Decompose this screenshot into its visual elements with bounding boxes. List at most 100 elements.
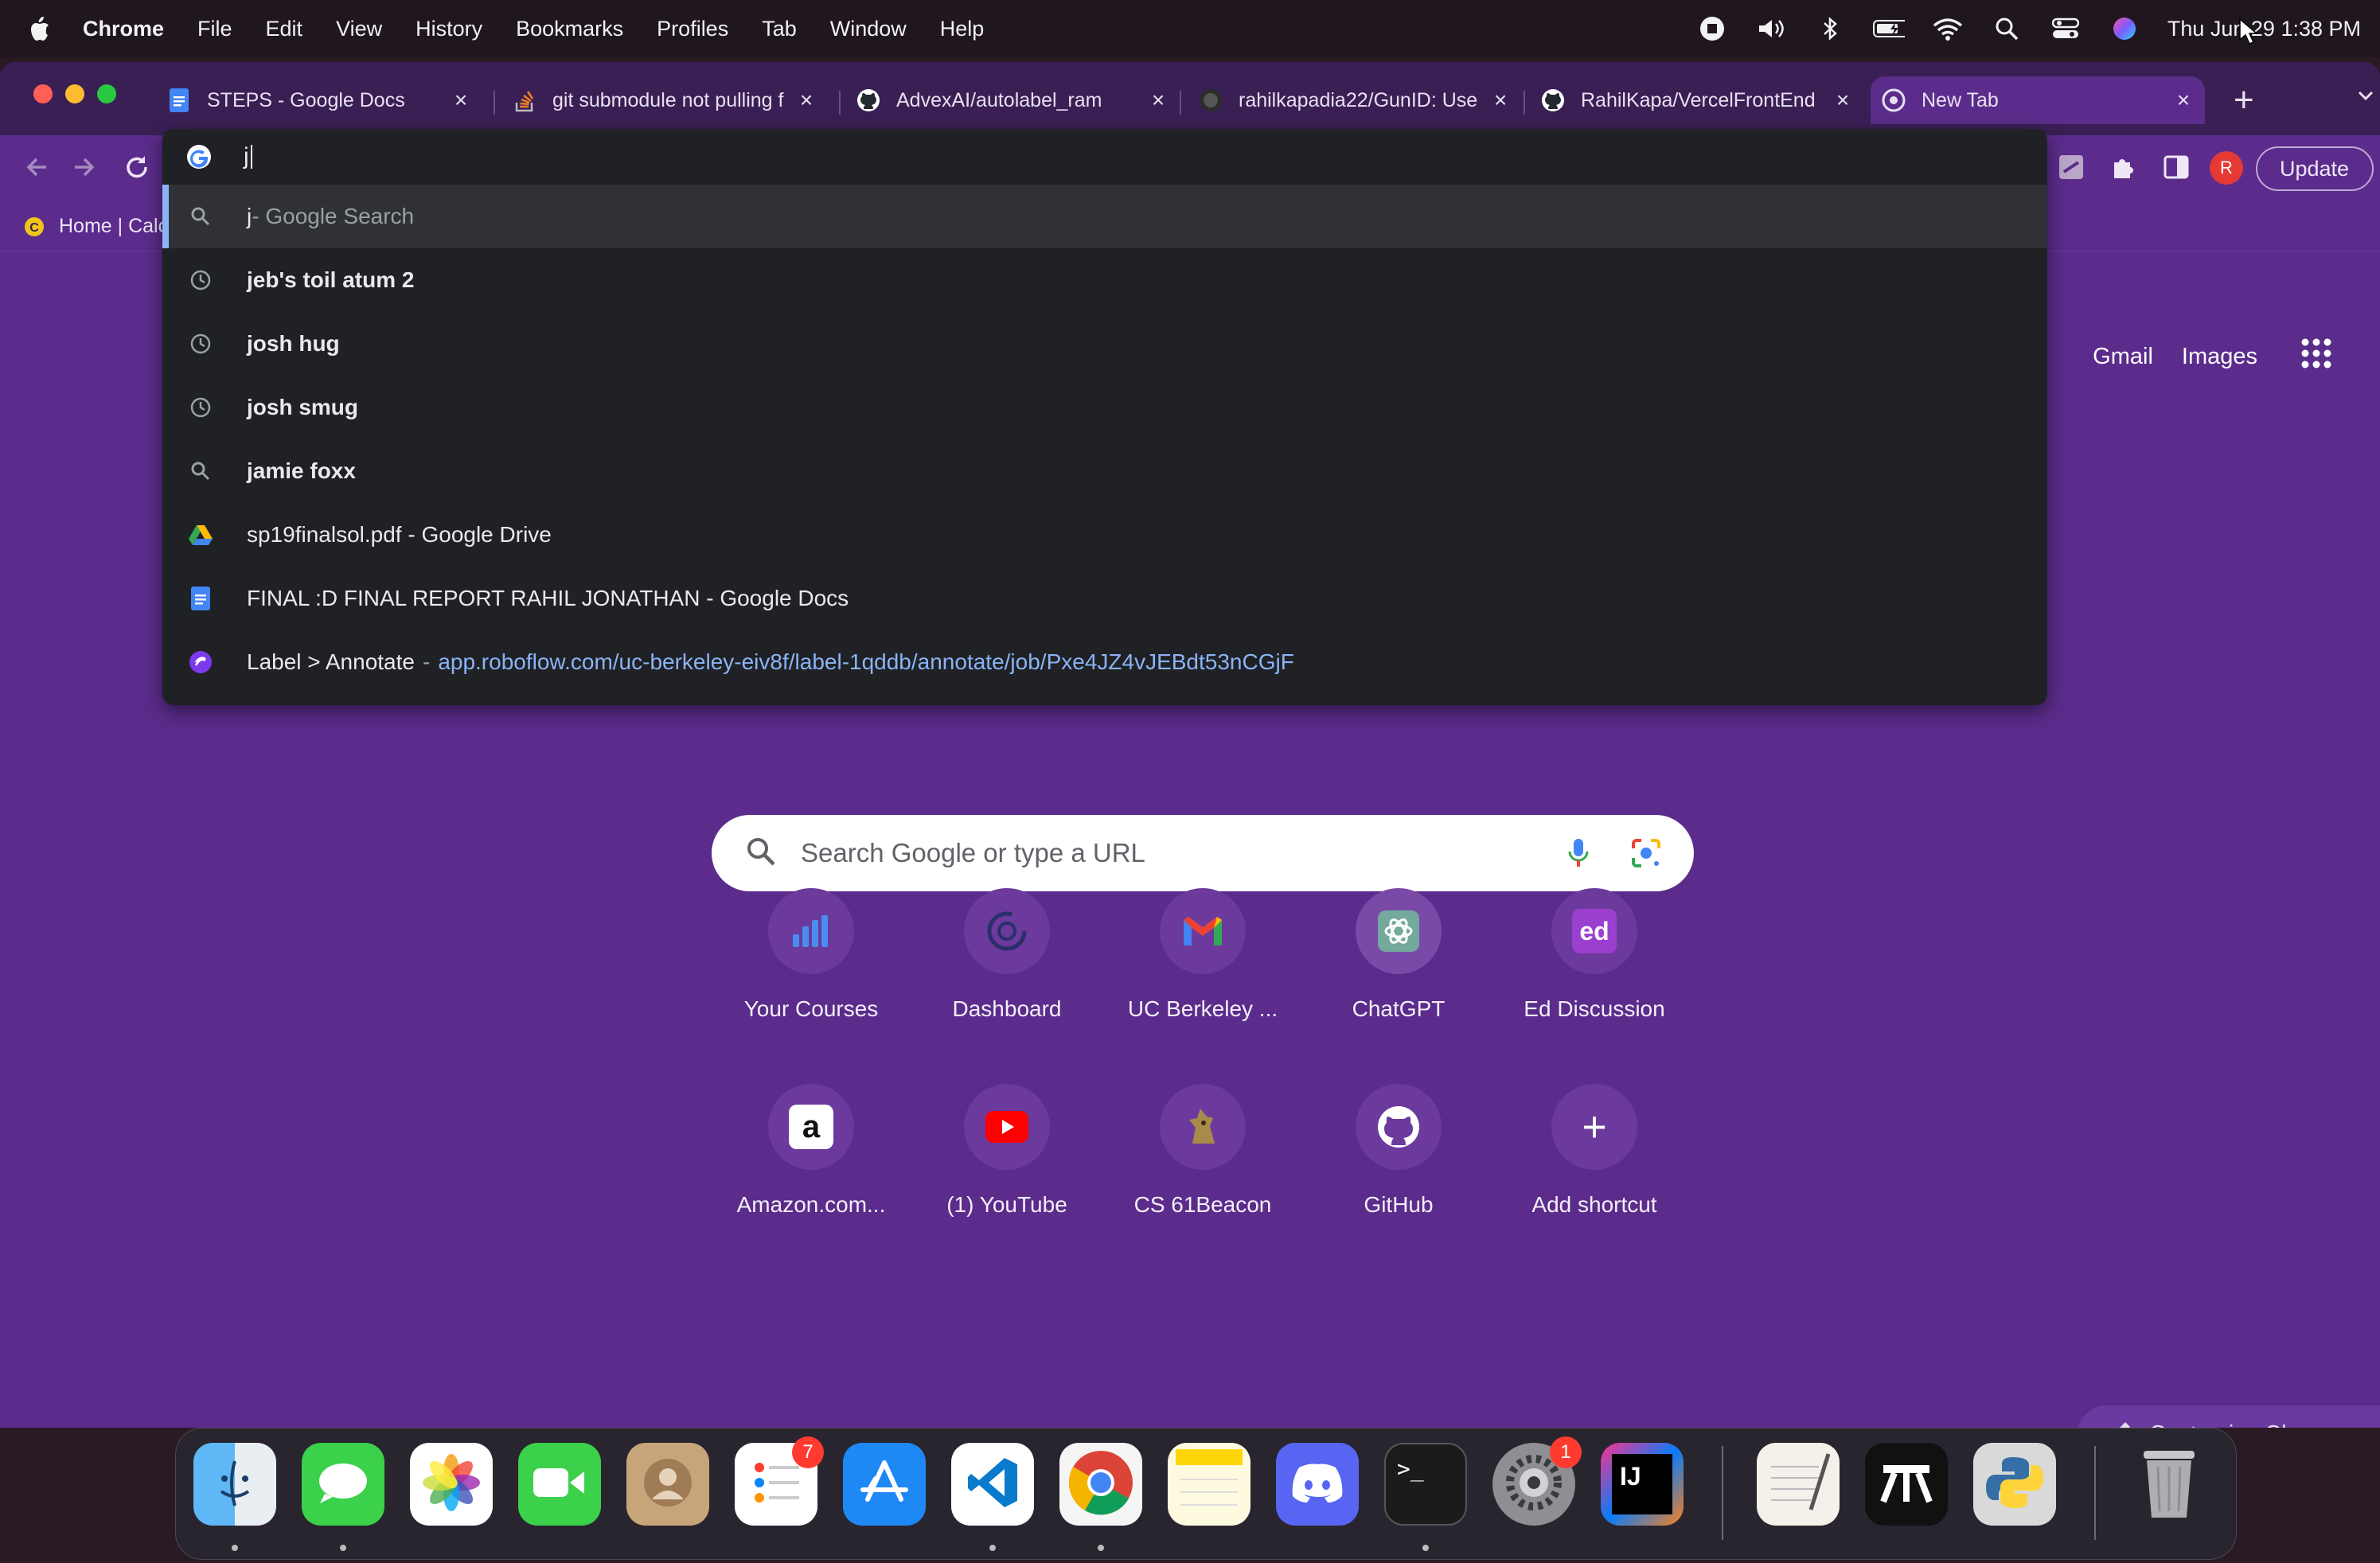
tab-steps-google-docs[interactable]: STEPS - Google Docs × xyxy=(156,76,482,124)
shortcut-dashboard[interactable]: Dashboard xyxy=(919,888,1094,1022)
side-panel-icon[interactable] xyxy=(2162,153,2191,185)
volume-icon[interactable] xyxy=(1755,13,1787,45)
menubar-clock[interactable]: Thu Jun 29 1:38 PM xyxy=(2167,17,2361,41)
tab-search-chevron-down-icon[interactable] xyxy=(2356,86,2375,109)
dock-facetime[interactable] xyxy=(518,1443,601,1526)
dock-python-launcher[interactable] xyxy=(1973,1443,2056,1526)
close-tab-icon[interactable]: × xyxy=(2173,88,2194,112)
close-window-button[interactable] xyxy=(33,84,53,103)
dock-intellij[interactable]: IJ xyxy=(1601,1443,1684,1526)
dock-vscode[interactable] xyxy=(951,1443,1034,1526)
google-lens-icon[interactable] xyxy=(1630,837,1662,873)
customize-chrome-button[interactable]: Customize Chrome xyxy=(2078,1405,2380,1428)
menu-edit[interactable]: Edit xyxy=(266,17,303,41)
suggestion-url-roboflow[interactable]: Label > Annotate - app.roboflow.com/uc-b… xyxy=(162,630,2047,694)
menu-view[interactable]: View xyxy=(336,17,382,41)
reload-icon[interactable] xyxy=(123,153,151,185)
dock-trash[interactable] xyxy=(2128,1443,2210,1526)
update-button[interactable]: Update xyxy=(2256,146,2374,191)
apple-menu-icon[interactable] xyxy=(27,15,59,42)
dock-final-cut[interactable] xyxy=(1865,1443,1948,1526)
suggestion-history[interactable]: jeb's toil atum 2 xyxy=(162,248,2047,312)
tab-gunid[interactable]: rahilkapadia22/GunID: Use × xyxy=(1188,76,1522,124)
tab-separator xyxy=(494,91,495,115)
menu-history[interactable]: History xyxy=(416,17,482,41)
close-tab-icon[interactable]: × xyxy=(796,88,817,112)
menu-profiles[interactable]: Profiles xyxy=(657,17,728,41)
menu-bookmarks[interactable]: Bookmarks xyxy=(516,17,623,41)
dock-discord[interactable] xyxy=(1276,1443,1359,1526)
google-apps-grid-icon[interactable] xyxy=(2300,337,2332,376)
dock-messages[interactable] xyxy=(302,1443,384,1526)
dock-chrome[interactable] xyxy=(1059,1443,1142,1526)
omnibox-input[interactable]: j xyxy=(162,129,2047,185)
menu-tab[interactable]: Tab xyxy=(762,17,797,41)
close-tab-icon[interactable]: × xyxy=(1490,88,1511,112)
dock-app-store[interactable] xyxy=(843,1443,926,1526)
minimize-window-button[interactable] xyxy=(65,84,84,103)
menu-help[interactable]: Help xyxy=(940,17,985,41)
suggestion-google-docs[interactable]: FINAL :D FINAL REPORT RAHIL JONATHAN - G… xyxy=(162,567,2047,630)
suggestion-google-drive[interactable]: sp19finalsol.pdf - Google Drive xyxy=(162,503,2047,567)
tab-title: AdvexAI/autolabel_ram xyxy=(896,88,1102,111)
dock-textedit[interactable] xyxy=(1757,1443,1840,1526)
suggestion-search[interactable]: jamie foxx xyxy=(162,439,2047,503)
shortcut-label: CS 61Beacon xyxy=(1133,1192,1272,1217)
shortcut-chatgpt[interactable]: ChatGPT xyxy=(1311,888,1486,1022)
dock-system-settings[interactable]: 1 xyxy=(1492,1436,1582,1526)
close-tab-icon[interactable]: × xyxy=(1148,88,1169,112)
suggestion-history[interactable]: josh hug xyxy=(162,312,2047,376)
menu-file[interactable]: File xyxy=(197,17,232,41)
extensions-puzzle-icon[interactable] xyxy=(2109,153,2138,185)
profile-avatar[interactable]: R xyxy=(2210,151,2243,185)
shortcut-uc-berkeley[interactable]: UC Berkeley ... xyxy=(1115,888,1290,1022)
dock-finder[interactable] xyxy=(193,1443,276,1526)
suggestion-google-search[interactable]: j - Google Search xyxy=(162,185,2047,248)
dock-notes[interactable] xyxy=(1168,1443,1250,1526)
shortcut-github[interactable]: GitHub xyxy=(1311,1084,1486,1218)
bar-chart-icon xyxy=(768,888,854,974)
omnibox-dropdown[interactable]: j j - Google Search jeb's toil atum 2 jo… xyxy=(162,129,2047,705)
back-arrow-icon[interactable] xyxy=(22,153,51,185)
screen-record-icon[interactable] xyxy=(1696,13,1728,45)
shortcut-amazon[interactable]: a Amazon.com... xyxy=(724,1084,899,1218)
dock-photos[interactable] xyxy=(410,1443,493,1526)
clapper-icon xyxy=(1879,1459,1934,1510)
ntp-search-box[interactable]: Search Google or type a URL xyxy=(712,815,1694,891)
images-link[interactable]: Images xyxy=(2182,344,2257,370)
close-tab-icon[interactable]: × xyxy=(451,88,471,112)
google-docs-icon xyxy=(188,586,213,611)
menu-window[interactable]: Window xyxy=(830,17,907,41)
top-links: Gmail Images xyxy=(2093,337,2332,376)
suggestion-text: FINAL :D FINAL REPORT RAHIL JONATHAN - G… xyxy=(247,586,849,610)
dock-contacts[interactable] xyxy=(626,1443,709,1526)
zoom-window-button[interactable] xyxy=(97,84,116,103)
wifi-icon[interactable] xyxy=(1932,13,1964,45)
tab-new-tab[interactable]: New Tab × xyxy=(1871,76,2205,124)
dock-reminders[interactable]: 7 xyxy=(735,1436,824,1526)
tab-advexai-autolabel[interactable]: AdvexAI/autolabel_ram × xyxy=(845,76,1180,124)
dock-terminal[interactable]: >_ xyxy=(1384,1443,1467,1526)
shortcut-ed-discussion[interactable]: ed Ed Discussion xyxy=(1507,888,1682,1022)
siri-icon[interactable] xyxy=(2109,13,2140,45)
mouse-cursor-icon xyxy=(2238,18,2259,50)
close-tab-icon[interactable]: × xyxy=(1832,88,1853,112)
shortcut-youtube[interactable]: (1) YouTube xyxy=(919,1084,1094,1218)
bluetooth-icon[interactable] xyxy=(1814,13,1846,45)
forward-arrow-icon[interactable] xyxy=(70,153,99,185)
add-shortcut-button[interactable]: + Add shortcut xyxy=(1507,1084,1682,1218)
extension-icon[interactable] xyxy=(2057,153,2085,185)
control-center-icon[interactable] xyxy=(2050,13,2082,45)
menu-app-name[interactable]: Chrome xyxy=(83,17,164,41)
new-tab-plus-icon[interactable]: + xyxy=(2234,83,2254,118)
tab-git-submodule[interactable]: git submodule not pulling f × xyxy=(501,76,828,124)
gmail-link[interactable]: Gmail xyxy=(2093,344,2153,370)
voice-search-mic-icon[interactable] xyxy=(1567,837,1590,873)
shortcut-your-courses[interactable]: Your Courses xyxy=(724,888,899,1022)
spotlight-icon[interactable] xyxy=(1991,13,2023,45)
bookmark-home-calc[interactable]: Home | Calc xyxy=(59,215,168,238)
shortcut-cs61beacon[interactable]: CS 61Beacon xyxy=(1115,1084,1290,1218)
battery-icon[interactable] xyxy=(1872,13,1905,45)
tab-vercelfrontend[interactable]: RahilKapa/VercelFrontEnd × xyxy=(1530,76,1864,124)
suggestion-history[interactable]: josh smug xyxy=(162,376,2047,439)
